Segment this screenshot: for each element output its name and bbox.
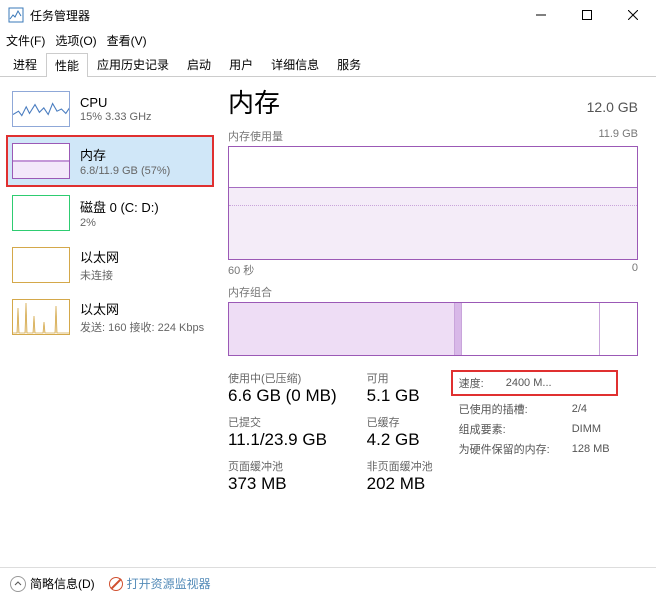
disk-thumb-icon bbox=[12, 195, 70, 231]
ethernet-thumb-icon bbox=[12, 299, 70, 335]
stat-available-label: 可用 bbox=[367, 370, 433, 386]
fewer-details-button[interactable]: 简略信息(D) bbox=[10, 575, 95, 592]
sidebar-disk-sub: 2% bbox=[80, 217, 159, 229]
usage-graph-label: 内存使用量 bbox=[228, 128, 283, 144]
maximize-button[interactable] bbox=[564, 0, 610, 30]
tab-details[interactable]: 详细信息 bbox=[262, 52, 328, 76]
bottombar: 简略信息(D) 打开资源监视器 bbox=[0, 567, 656, 599]
menu-options[interactable]: 选项(O) bbox=[55, 32, 96, 49]
stat-committed-value: 11.1/23.9 GB bbox=[228, 430, 337, 450]
slots-label: 已使用的插槽: bbox=[459, 400, 570, 418]
sidebar-memory-title: 内存 bbox=[80, 145, 170, 164]
memory-composition-graph bbox=[228, 302, 638, 356]
stat-available-value: 5.1 GB bbox=[367, 386, 433, 406]
stat-nonpaged-label: 非页面缓冲池 bbox=[367, 458, 433, 474]
graph-time-left: 60 秒 bbox=[228, 262, 254, 278]
tab-app-history[interactable]: 应用历史记录 bbox=[88, 52, 178, 76]
tab-services[interactable]: 服务 bbox=[328, 52, 370, 76]
sidebar-item-memory[interactable]: 内存 6.8/11.9 GB (57%) bbox=[6, 135, 214, 187]
sidebar-memory-sub: 6.8/11.9 GB (57%) bbox=[80, 165, 170, 177]
app-icon bbox=[8, 7, 24, 23]
reserved-value: 128 MB bbox=[572, 440, 610, 458]
menu-view[interactable]: 查看(V) bbox=[107, 32, 147, 49]
tab-startup[interactable]: 启动 bbox=[178, 52, 220, 76]
menubar: 文件(F) 选项(O) 查看(V) bbox=[0, 30, 656, 50]
sidebar-eth1-sub: 未连接 bbox=[80, 267, 119, 283]
resource-monitor-icon bbox=[109, 577, 123, 591]
sidebar-cpu-title: CPU bbox=[80, 95, 152, 110]
stat-inuse-label: 使用中(已压缩) bbox=[228, 370, 337, 386]
sidebar-eth2-title: 以太网 bbox=[80, 299, 204, 318]
sidebar-item-cpu[interactable]: CPU 15% 3.33 GHz bbox=[6, 83, 214, 135]
graph-time-right: 0 bbox=[632, 262, 638, 278]
tabs: 进程 性能 应用历史记录 启动 用户 详细信息 服务 bbox=[0, 52, 656, 77]
speed-label: 速度: bbox=[459, 374, 504, 392]
sidebar-item-ethernet-2[interactable]: 以太网 发送: 160 接收: 224 Kbps bbox=[6, 291, 214, 343]
memory-thumb-icon bbox=[12, 143, 70, 179]
slots-value: 2/4 bbox=[572, 400, 610, 418]
menu-file[interactable]: 文件(F) bbox=[6, 32, 45, 49]
tab-performance[interactable]: 性能 bbox=[46, 53, 88, 77]
memory-info-table: 已使用的插槽:2/4 组成要素:DIMM 为硬件保留的内存:128 MB bbox=[451, 396, 618, 462]
memory-speed-row: 速度: 2400 M... bbox=[451, 370, 618, 396]
stat-inuse-value: 6.6 GB (0 MB) bbox=[228, 386, 337, 406]
titlebar: 任务管理器 bbox=[0, 0, 656, 30]
stat-committed-label: 已提交 bbox=[228, 414, 337, 430]
minimize-button[interactable] bbox=[518, 0, 564, 30]
tab-users[interactable]: 用户 bbox=[220, 52, 262, 76]
form-value: DIMM bbox=[572, 420, 610, 438]
ethernet-thumb-icon bbox=[12, 247, 70, 283]
stat-cached-value: 4.2 GB bbox=[367, 430, 433, 450]
stat-cached-label: 已缓存 bbox=[367, 414, 433, 430]
page-title: 内存 bbox=[228, 83, 280, 120]
window-title: 任务管理器 bbox=[30, 7, 518, 24]
stats-grid: 使用中(已压缩) 6.6 GB (0 MB) 可用 5.1 GB 已提交 11.… bbox=[228, 370, 433, 500]
cpu-thumb-icon bbox=[12, 91, 70, 127]
memory-usage-graph bbox=[228, 146, 638, 260]
sidebar-eth2-sub: 发送: 160 接收: 224 Kbps bbox=[80, 319, 204, 335]
sidebar-eth1-title: 以太网 bbox=[80, 247, 119, 266]
memory-total: 12.0 GB bbox=[587, 99, 638, 115]
reserved-label: 为硬件保留的内存: bbox=[459, 440, 570, 458]
sidebar-disk-title: 磁盘 0 (C: D:) bbox=[80, 197, 159, 216]
form-label: 组成要素: bbox=[459, 420, 570, 438]
sidebar: CPU 15% 3.33 GHz 内存 6.8/11.9 GB (57%) 磁盘… bbox=[0, 77, 214, 569]
main-panel: 内存 12.0 GB 内存使用量 11.9 GB 60 秒 0 内存组合 使用中… bbox=[214, 77, 656, 569]
chevron-up-icon bbox=[10, 576, 26, 592]
sidebar-item-disk[interactable]: 磁盘 0 (C: D:) 2% bbox=[6, 187, 214, 239]
stat-paged-value: 373 MB bbox=[228, 474, 337, 494]
sidebar-item-ethernet-1[interactable]: 以太网 未连接 bbox=[6, 239, 214, 291]
tab-processes[interactable]: 进程 bbox=[4, 52, 46, 76]
sidebar-cpu-sub: 15% 3.33 GHz bbox=[80, 111, 152, 123]
open-resource-monitor-link[interactable]: 打开资源监视器 bbox=[109, 575, 211, 592]
usage-graph-max: 11.9 GB bbox=[598, 128, 638, 144]
composition-label: 内存组合 bbox=[228, 284, 638, 300]
stat-nonpaged-value: 202 MB bbox=[367, 474, 433, 494]
stat-paged-label: 页面缓冲池 bbox=[228, 458, 337, 474]
close-button[interactable] bbox=[610, 0, 656, 30]
speed-value: 2400 M... bbox=[506, 374, 552, 392]
